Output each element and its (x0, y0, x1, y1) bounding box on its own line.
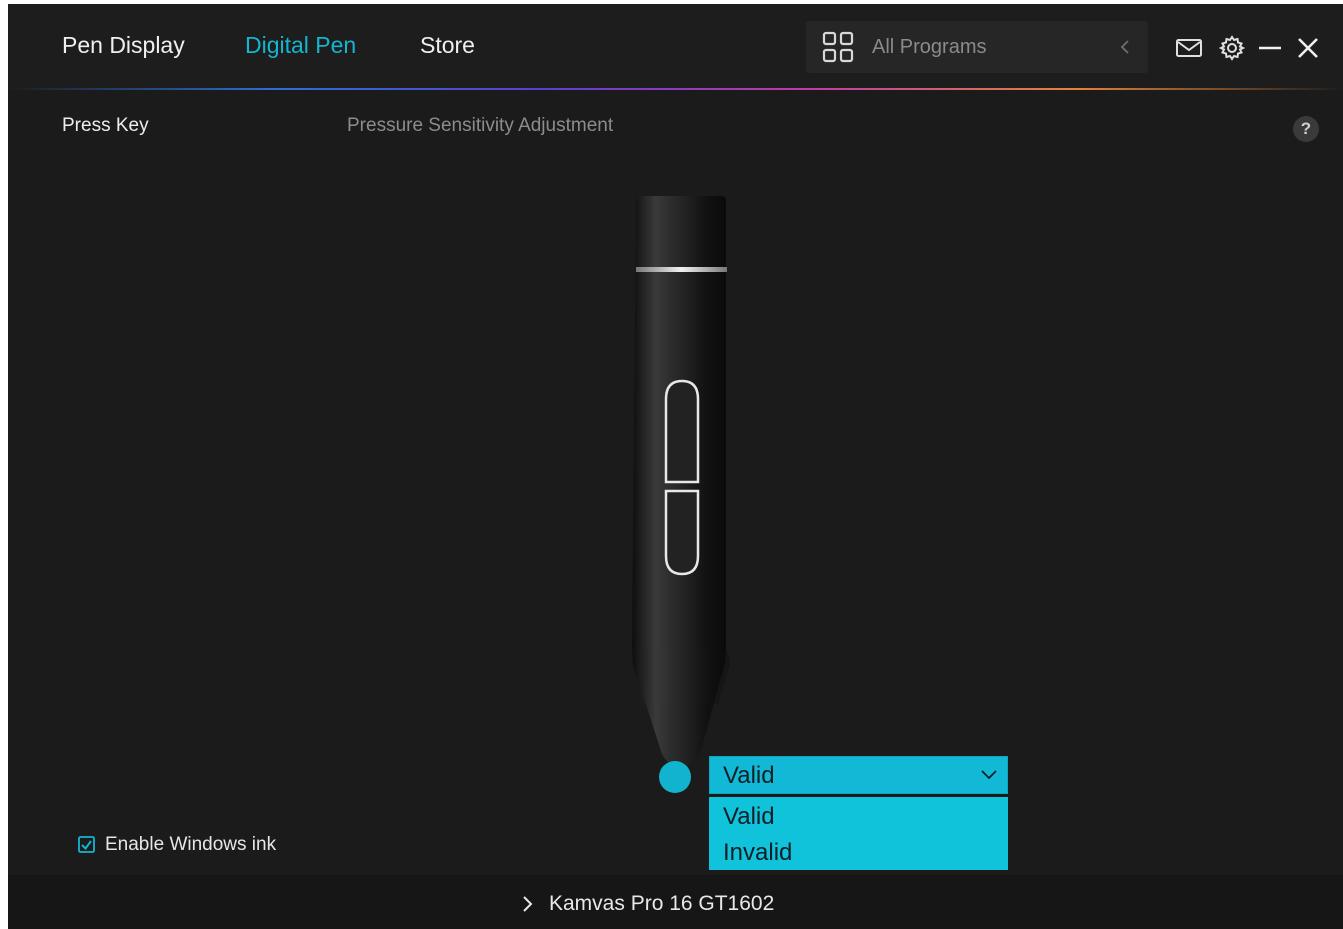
device-footer-bar: Kamvas Pro 16 GT1602 (8, 875, 1343, 929)
pen-lower-button[interactable] (664, 489, 700, 576)
gear-icon[interactable] (1218, 34, 1246, 62)
pen-tip-function-dropdown[interactable]: Valid (709, 756, 1008, 794)
pen-tablet-app-window: Pen Display Digital Pen Store All Progra… (8, 4, 1343, 929)
device-name[interactable]: Kamvas Pro 16 GT1602 (549, 892, 774, 916)
header-divider (8, 88, 1343, 90)
digital-pen-illustration (632, 196, 730, 766)
subtab-pressure-sensitivity[interactable]: Pressure Sensitivity Adjustment (347, 115, 613, 137)
tab-pen-display[interactable]: Pen Display (62, 32, 185, 59)
dropdown-selected-value: Valid (723, 762, 775, 789)
program-selector-label: All Programs (872, 36, 987, 58)
top-navigation-bar: Pen Display Digital Pen Store All Progra… (8, 4, 1343, 90)
windows-ink-label: Enable Windows ink (105, 834, 277, 855)
pen-tip-marker[interactable] (659, 761, 691, 793)
chevron-right-icon[interactable] (521, 894, 533, 914)
dropdown-options-list: Valid Invalid (709, 797, 1008, 870)
dropdown-option-invalid[interactable]: Invalid (723, 839, 792, 867)
minimize-icon[interactable] (1256, 34, 1284, 62)
windows-ink-checkbox[interactable] (78, 836, 95, 853)
tab-digital-pen[interactable]: Digital Pen (245, 32, 356, 59)
mail-icon[interactable] (1175, 34, 1203, 62)
grid-icon (822, 31, 854, 63)
chevron-left-icon[interactable] (1119, 39, 1131, 55)
chevron-down-icon (981, 770, 997, 780)
close-icon[interactable] (1294, 34, 1322, 62)
pen-upper-button[interactable] (664, 379, 700, 484)
program-selector[interactable]: All Programs (806, 21, 1148, 73)
subtab-press-key[interactable]: Press Key (62, 115, 149, 137)
tab-store[interactable]: Store (420, 32, 475, 59)
help-button[interactable]: ? (1293, 116, 1319, 142)
dropdown-option-valid[interactable]: Valid (723, 803, 775, 831)
